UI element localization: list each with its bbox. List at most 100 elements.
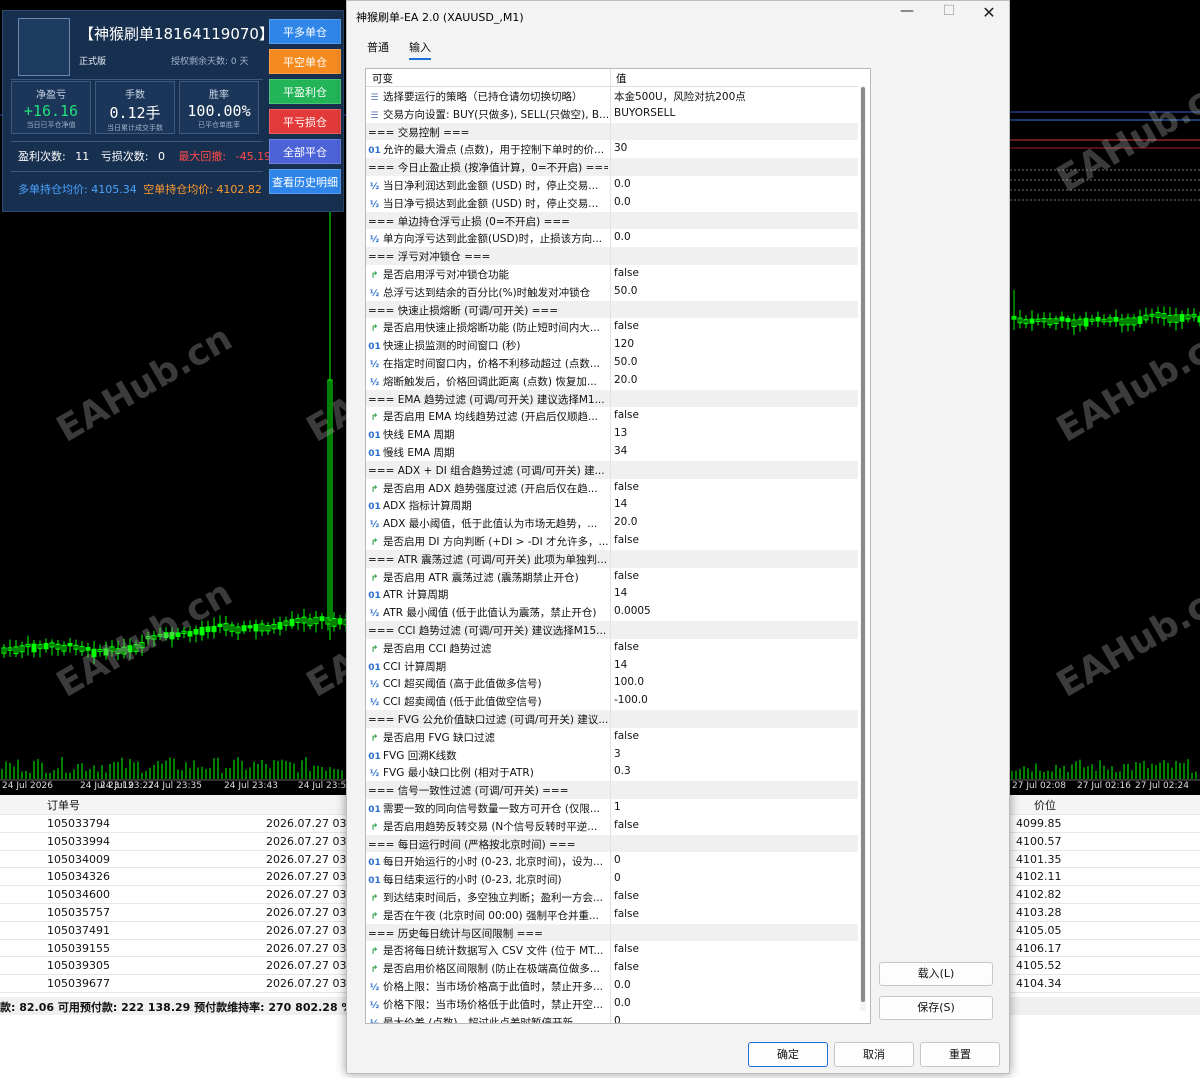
param-row[interactable]: ↱ 是否将每日统计数据写入 CSV 文件 (位于 MT... false xyxy=(366,941,858,959)
param-row[interactable]: ½ 总浮亏达到结余的百分比(%)时触发对冲锁仓 50.0 xyxy=(366,283,858,301)
tab-common[interactable]: 普通 xyxy=(367,39,389,55)
param-row[interactable]: 01 每日开始运行的小时 (0-23, 北京时间)，设为... 0 xyxy=(366,852,858,870)
param-row[interactable]: ½ 当日净亏损达到此金额 (USD) 时，停止交易... 0.0 xyxy=(366,194,858,212)
ea-action-button[interactable]: 平空单仓 xyxy=(269,49,341,74)
ok-button[interactable]: 确定 xyxy=(748,1042,828,1067)
param-row[interactable]: 01 每日结束运行的小时 (0-23, 北京时间) 0 xyxy=(366,870,858,888)
scrollbar-thumb[interactable] xyxy=(861,87,865,1002)
param-row[interactable]: ↱ 是否启用 ATR 震荡过滤 (震荡期禁止开仓) false xyxy=(366,568,858,586)
param-row[interactable]: ½ CCI 超卖阈值 (低于此值做空信号) -100.0 xyxy=(366,692,858,710)
param-value[interactable]: 34 xyxy=(614,445,854,457)
param-value[interactable]: 0.0 xyxy=(614,231,854,243)
param-row[interactable]: 01 FVG 回溯K线数 3 xyxy=(366,746,858,764)
param-row[interactable]: ↱ 是否启用 EMA 均线趋势过滤 (开启后仅顺趋... false xyxy=(366,407,858,425)
param-row[interactable]: 01 CCI 计算周期 14 xyxy=(366,657,858,675)
param-row[interactable]: 01 ADX 指标计算周期 14 xyxy=(366,496,858,514)
param-value[interactable]: 14 xyxy=(614,659,854,671)
col-price-header[interactable]: 价位 xyxy=(1034,797,1056,813)
param-value[interactable]: false xyxy=(614,819,854,831)
param-row[interactable]: ½ ADX 最小阈值，低于此值认为市场无趋势，... 20.0 xyxy=(366,514,858,532)
param-row[interactable]: ↱ 是否启用浮亏对冲锁仓功能 false xyxy=(366,265,858,283)
save-button[interactable]: 保存(S) xyxy=(879,996,993,1020)
param-row[interactable]: ½ ATR 最小阈值 (低于此值认为震荡，禁止开仓) 0.0005 xyxy=(366,603,858,621)
param-row[interactable]: ↱ 是否启用 DI 方向判断 (+DI > -DI 才允许多，... false xyxy=(366,532,858,550)
param-value[interactable]: 0 xyxy=(614,854,854,866)
param-value[interactable]: 0.0005 xyxy=(614,605,854,617)
param-row[interactable]: ↱ 是否启用 FVG 缺口过滤 false xyxy=(366,728,858,746)
param-value[interactable]: 0.0 xyxy=(614,196,854,208)
param-row[interactable]: ↱ 是否启用 CCI 趋势过滤 false xyxy=(366,639,858,657)
param-row[interactable]: ↱ 是否启用快速止损熔断功能 (防止短时间内大... false xyxy=(366,318,858,336)
param-value[interactable]: false xyxy=(614,481,854,493)
param-value[interactable]: 13 xyxy=(614,427,854,439)
ea-action-button[interactable]: 平盈利仓 xyxy=(269,79,341,104)
ea-action-button[interactable]: 平多单仓 xyxy=(269,19,341,44)
cancel-button[interactable]: 取消 xyxy=(834,1042,914,1067)
param-value[interactable]: false xyxy=(614,730,854,742)
param-row[interactable]: ½ 单方向浮亏达到此金额(USD)时，止损该方向... 0.0 xyxy=(366,229,858,247)
param-value[interactable]: false xyxy=(614,267,854,279)
param-value[interactable]: 0 xyxy=(614,1015,854,1023)
param-value[interactable]: 0.0 xyxy=(614,979,854,991)
param-row[interactable]: 01 快速止损监测的时间窗口 (秒) 120 xyxy=(366,336,858,354)
param-value[interactable]: 120 xyxy=(614,338,854,350)
param-row[interactable]: 01 ATR 计算周期 14 xyxy=(366,585,858,603)
param-value[interactable]: false xyxy=(614,320,854,332)
param-row[interactable]: ☰ 选择要运行的策略（已持仓请勿切换切略） 本金500U，风险对抗200点 xyxy=(366,87,858,105)
param-value[interactable]: false xyxy=(614,641,854,653)
param-row[interactable]: 01 快线 EMA 周期 13 xyxy=(366,425,858,443)
param-row[interactable]: 01 允许的最大滑点 (点数)，用于控制下单时的价... 30 xyxy=(366,140,858,158)
param-value[interactable]: 本金500U，风险对抗200点 xyxy=(614,89,854,104)
reset-button[interactable]: 重置 xyxy=(920,1042,1000,1067)
maximize-button[interactable]: ☐ xyxy=(929,3,969,29)
param-row[interactable]: ½ 熔断触发后，价格回调此距离 (点数) 恢复加... 20.0 xyxy=(366,372,858,390)
param-row[interactable]: ↱ 是否启用价格区间限制 (防止在极端高位做多... false xyxy=(366,959,858,977)
param-row[interactable]: 01 需要一致的同向信号数量一致方可开仓 (仅限... 1 xyxy=(366,799,858,817)
param-value[interactable]: BUYORSELL xyxy=(614,107,854,119)
col-order-header[interactable]: 订单号 xyxy=(47,797,80,813)
param-row[interactable]: ½ 价格上限：当市场价格高于此值时，禁止开多... 0.0 xyxy=(366,977,858,995)
param-row[interactable]: ½ 最大价差 (点数)，超过此点差时暂停开新... 0 xyxy=(366,1013,858,1023)
param-row[interactable]: ↱ 是否启用 ADX 趋势强度过滤 (开启后仅在趋... false xyxy=(366,479,858,497)
param-value[interactable]: false xyxy=(614,943,854,955)
param-value[interactable]: 30 xyxy=(614,142,854,154)
param-value[interactable]: false xyxy=(614,890,854,902)
param-row[interactable]: ½ CCI 超买阈值 (高于此值做多信号) 100.0 xyxy=(366,674,858,692)
param-value[interactable]: false xyxy=(614,908,854,920)
param-row[interactable]: ↱ 是否在午夜 (北京时间 00:00) 强制平仓并重... false xyxy=(366,906,858,924)
ea-action-button[interactable]: 全部平仓 xyxy=(269,139,341,164)
tab-inputs[interactable]: 输入 xyxy=(409,39,431,60)
param-value[interactable]: 14 xyxy=(614,587,854,599)
minimize-button[interactable]: — xyxy=(887,3,927,29)
param-value[interactable]: 50.0 xyxy=(614,285,854,297)
param-value[interactable]: 0.3 xyxy=(614,765,854,777)
param-value[interactable]: 1 xyxy=(614,801,854,813)
param-value[interactable]: 3 xyxy=(614,748,854,760)
param-value[interactable]: 50.0 xyxy=(614,356,854,368)
param-value[interactable]: false xyxy=(614,534,854,546)
param-value[interactable]: 20.0 xyxy=(614,374,854,386)
ea-action-button[interactable]: 平亏损仓 xyxy=(269,109,341,134)
param-value[interactable]: false xyxy=(614,961,854,973)
close-button[interactable]: ✕ xyxy=(969,3,1009,29)
param-value[interactable]: false xyxy=(614,409,854,421)
param-row[interactable]: ↱ 是否启用趋势反转交易 (N个信号反转时平逆... false xyxy=(366,817,858,835)
load-button[interactable]: 载入(L) xyxy=(879,962,993,986)
param-value[interactable]: 0.0 xyxy=(614,997,854,1009)
col-variable-header[interactable]: 可变 xyxy=(372,71,393,86)
param-row[interactable]: ½ 在指定时间窗口内，价格不利移动超过 (点数... 50.0 xyxy=(366,354,858,372)
param-value[interactable]: 20.0 xyxy=(614,516,854,528)
param-row[interactable]: ½ FVG 最小缺口比例 (相对于ATR) 0.3 xyxy=(366,763,858,781)
param-row[interactable]: ½ 价格下限：当市场价格低于此值时，禁止开空... 0.0 xyxy=(366,995,858,1013)
param-value[interactable]: -100.0 xyxy=(614,694,854,706)
col-value-header[interactable]: 值 xyxy=(616,71,627,86)
ea-action-button[interactable]: 查看历史明细 xyxy=(269,169,341,194)
param-value[interactable]: 0 xyxy=(614,872,854,884)
param-value[interactable]: 0.0 xyxy=(614,178,854,190)
param-row[interactable]: 01 慢线 EMA 周期 34 xyxy=(366,443,858,461)
param-row[interactable]: ☰ 交易方向设置: BUY(只做多), SELL(只做空), B... BUYORS… xyxy=(366,105,858,123)
param-value[interactable]: 100.0 xyxy=(614,676,854,688)
param-value[interactable]: 14 xyxy=(614,498,854,510)
param-value[interactable]: false xyxy=(614,570,854,582)
param-row[interactable]: ↱ 到达结束时间后，多空独立判断；盈利一方会... false xyxy=(366,888,858,906)
